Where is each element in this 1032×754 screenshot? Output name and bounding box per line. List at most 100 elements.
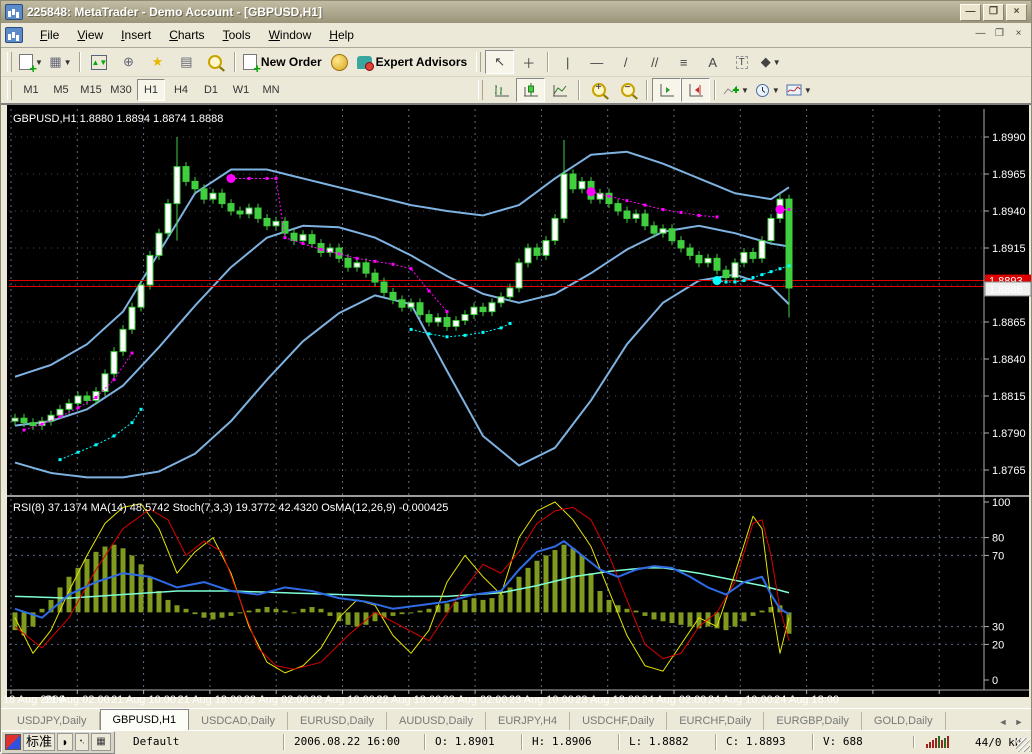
- status-close: C: 1.8893: [715, 734, 812, 750]
- zoom-out-button[interactable]: −: [613, 78, 642, 102]
- chart-tab-usdcad-daily[interactable]: USDCAD,Daily: [189, 712, 288, 730]
- restore-button[interactable]: ❐: [983, 4, 1004, 21]
- toolbar-grip[interactable]: [478, 80, 483, 100]
- tabs-scroll-left-button[interactable]: ◄: [995, 714, 1011, 730]
- vertical-line-tool-button[interactable]: |: [553, 50, 582, 74]
- menu-item-tools[interactable]: Tools: [214, 25, 260, 45]
- equidistant-channel-icon: //: [651, 55, 658, 70]
- timeframe-button-m1[interactable]: M1: [17, 79, 45, 101]
- title-bar[interactable]: 225848: MetaTrader - Demo Account - [GBP…: [1, 1, 1031, 23]
- data-window-button[interactable]: ⊕: [114, 50, 143, 74]
- metaquotes-button[interactable]: [325, 50, 354, 74]
- menu-item-insert[interactable]: Insert: [112, 25, 160, 45]
- status-volume: V: 688: [812, 734, 899, 750]
- crosshair-icon: ＋: [522, 53, 535, 72]
- mdi-restore-button[interactable]: ❐: [991, 28, 1008, 42]
- timeframe-button-m5[interactable]: M5: [47, 79, 75, 101]
- horizontal-line-icon: —: [590, 55, 603, 70]
- auto-scroll-icon: [659, 83, 675, 97]
- chart-tab-usdjpy-daily[interactable]: USDJPY,Daily: [5, 712, 100, 730]
- new-order-button[interactable]: New Order: [240, 50, 325, 74]
- ime-punctuation-icon[interactable]: •,: [75, 733, 89, 751]
- ime-keyboard-icon[interactable]: ▦: [91, 733, 111, 751]
- trendline-tool-button[interactable]: /: [611, 50, 640, 74]
- time-axis-label: 23 Aug 10:00: [509, 694, 574, 706]
- time-axis-label: 23 Aug 18:00: [575, 694, 640, 706]
- time-axis-label: 22 Aug 02:00: [244, 694, 309, 706]
- auto-scroll-button[interactable]: [652, 78, 681, 102]
- text-tool-button[interactable]: A: [698, 50, 727, 74]
- fibonacci-tool-button[interactable]: ≡: [669, 50, 698, 74]
- timeframe-button-h1[interactable]: H1: [137, 79, 165, 101]
- mdi-close-button[interactable]: ×: [1010, 28, 1027, 42]
- chart-tab-eurchf-daily[interactable]: EURCHF,Daily: [667, 712, 764, 730]
- toolbar-grip[interactable]: [476, 52, 481, 72]
- templates-button[interactable]: ▼: [783, 78, 815, 102]
- indicator-axis-label: 0: [992, 675, 998, 687]
- bid-price-badge: 1.8888: [989, 284, 1023, 296]
- chart-tab-audusd-daily[interactable]: AUDUSD,Daily: [387, 712, 486, 730]
- bar-chart-button[interactable]: [487, 78, 516, 102]
- chart-tab-gold-daily[interactable]: GOLD,Daily: [862, 712, 946, 730]
- ime-mode-label[interactable]: 标准: [23, 733, 55, 751]
- ime-language-bar[interactable]: 标准 ◗ •, ▦: [1, 731, 115, 754]
- menu-item-charts[interactable]: Charts: [160, 25, 213, 45]
- timeframe-button-mn[interactable]: MN: [257, 79, 285, 101]
- line-chart-button[interactable]: [545, 78, 574, 102]
- menu-item-window[interactable]: Window: [260, 25, 321, 45]
- mdi-child-icon[interactable]: [5, 27, 23, 43]
- line-chart-icon: [552, 83, 568, 97]
- menu-item-help[interactable]: Help: [320, 25, 363, 45]
- mdi-minimize-button[interactable]: —: [972, 28, 989, 42]
- indicators-button[interactable]: ▼: [720, 78, 752, 102]
- chart-tab-eurusd-daily[interactable]: EURUSD,Daily: [288, 712, 387, 730]
- navigator-button[interactable]: ★: [143, 50, 172, 74]
- candlestick-chart-button[interactable]: [516, 78, 545, 102]
- chart-tab-usdchf-daily[interactable]: USDCHF,Daily: [570, 712, 667, 730]
- price-chart[interactable]: 18 Aug 200621 Aug 02:0021 Aug 10:0021 Au…: [1, 105, 1032, 708]
- terminal-button[interactable]: ▤: [172, 50, 201, 74]
- text-label-tool-button[interactable]: T: [727, 50, 756, 74]
- arrows-tool-button[interactable]: ◆▼: [756, 50, 785, 74]
- market-watch-button[interactable]: ▲▼: [85, 50, 114, 74]
- strategy-tester-button[interactable]: [201, 50, 230, 74]
- clock-icon: [755, 83, 770, 98]
- zoom-in-button[interactable]: +: [584, 78, 613, 102]
- resize-grip[interactable]: [1016, 738, 1030, 752]
- channel-tool-button[interactable]: //: [640, 50, 669, 74]
- toolbar-grip[interactable]: [7, 80, 12, 100]
- timeframe-button-m30[interactable]: M30: [107, 79, 135, 101]
- chart-shift-button[interactable]: [681, 78, 710, 102]
- time-axis-label: 23 Aug 02:00: [443, 694, 508, 706]
- bar-chart-icon: [494, 83, 510, 97]
- chart-tab-eurjpy-h4[interactable]: EURJPY,H4: [486, 712, 570, 730]
- crosshair-tool-button[interactable]: ＋: [514, 50, 543, 74]
- toolbar-grip[interactable]: [7, 52, 12, 72]
- tabs-scroll-right-button[interactable]: ►: [1011, 714, 1027, 730]
- menu-item-view[interactable]: View: [68, 25, 112, 45]
- expert-advisors-button[interactable]: Expert Advisors: [354, 50, 471, 74]
- timeframe-button-w1[interactable]: W1: [227, 79, 255, 101]
- cursor-tool-button[interactable]: ↖: [485, 50, 514, 74]
- timeframe-button-h4[interactable]: H4: [167, 79, 195, 101]
- chart-tab-eurgbp-daily[interactable]: EURGBP,Daily: [764, 712, 862, 730]
- menu-item-file[interactable]: File: [31, 25, 68, 45]
- ime-fullwidth-icon[interactable]: ◗: [57, 733, 73, 751]
- timeframe-button-m15[interactable]: M15: [77, 79, 105, 101]
- profiles-button[interactable]: ▦▼: [46, 50, 75, 74]
- new-chart-button[interactable]: ▼: [16, 50, 46, 74]
- minimize-button[interactable]: —: [960, 4, 981, 21]
- status-bar: 标准 ◗ •, ▦ Default 2006.08.22 16:00 O: 1.…: [1, 730, 1031, 753]
- time-axis-label: 22 Aug 18:00: [376, 694, 441, 706]
- horizontal-line-tool-button[interactable]: —: [582, 50, 611, 74]
- periods-button[interactable]: ▼: [752, 78, 783, 102]
- status-profile[interactable]: Default: [123, 734, 283, 750]
- chevron-down-icon: ▼: [773, 58, 781, 67]
- ime-icon[interactable]: [5, 734, 21, 750]
- timeframe-button-d1[interactable]: D1: [197, 79, 225, 101]
- close-button[interactable]: ×: [1006, 4, 1027, 21]
- chart-tab-gbpusd-h1[interactable]: GBPUSD,H1: [100, 709, 190, 730]
- terminal-icon: ▤: [180, 54, 192, 70]
- connection-status-icon: [913, 736, 949, 748]
- time-axis-label: 24 Aug 10:00: [708, 694, 773, 706]
